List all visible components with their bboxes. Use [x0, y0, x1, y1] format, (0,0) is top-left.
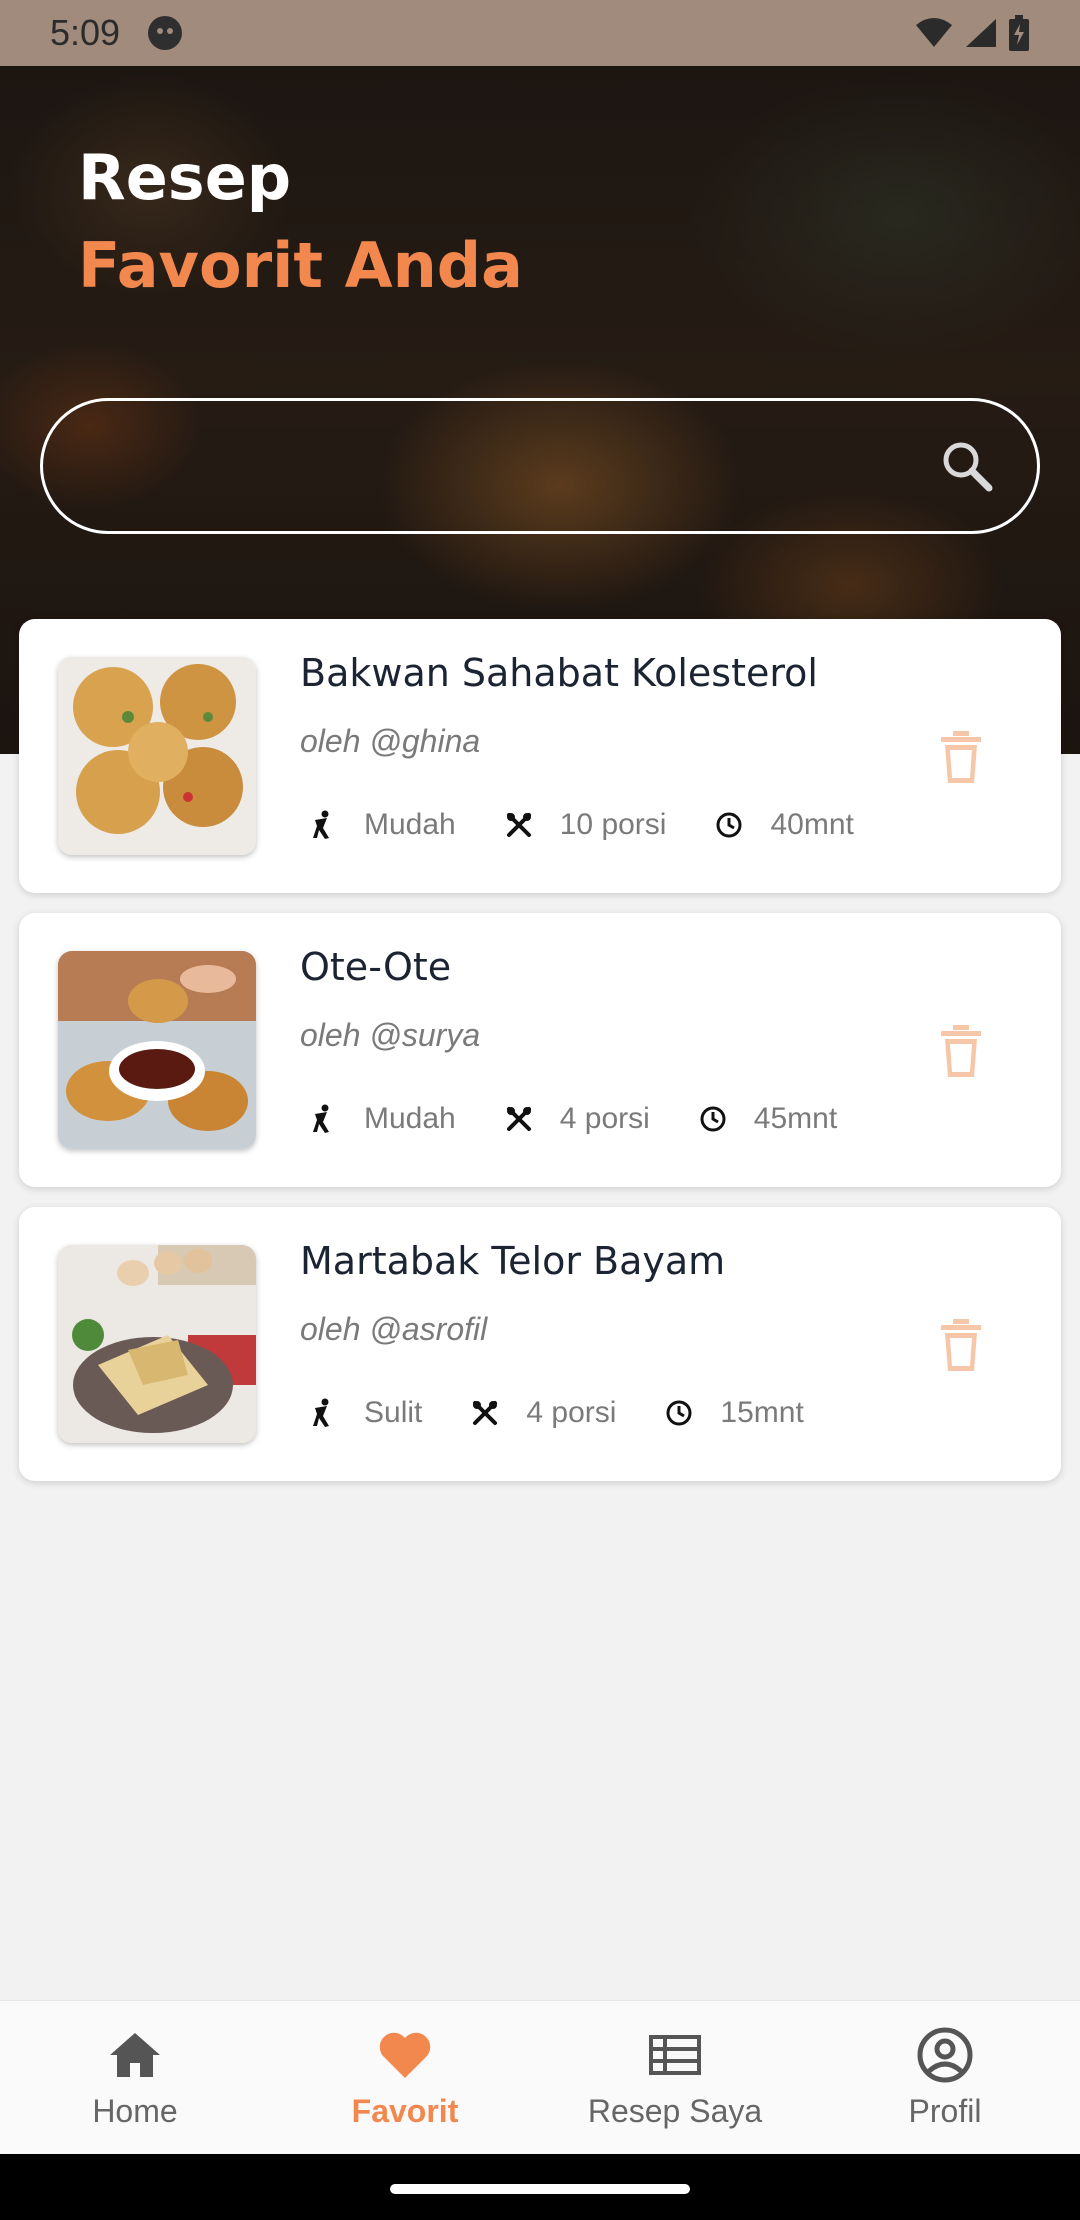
- trash-icon[interactable]: [939, 1025, 983, 1077]
- difficulty-text: Mudah: [364, 1102, 456, 1135]
- time-text: 45mnt: [753, 1102, 838, 1135]
- clock-icon: [664, 1398, 694, 1428]
- page-title: Resep Favorit Anda: [78, 134, 523, 310]
- nav-label-resep-saya: Resep Saya: [587, 2093, 763, 2129]
- servings-icon: [504, 810, 534, 840]
- nav-item-favorit[interactable]: Favorit: [270, 2001, 540, 2154]
- recipe-image: [58, 657, 256, 855]
- recipe-meta: Mudah 4 porsi 45mnt: [300, 1099, 877, 1139]
- notification-icon: [148, 16, 183, 50]
- nav-item-home[interactable]: Home: [0, 2001, 270, 2154]
- nav-item-profil[interactable]: Profil: [810, 2001, 1080, 2154]
- title-line-1: Resep: [78, 141, 292, 214]
- difficulty-icon: [308, 1398, 338, 1428]
- home-icon[interactable]: [107, 2027, 163, 2083]
- recipe-image: [58, 1245, 256, 1443]
- servings-icon: [470, 1398, 500, 1428]
- home-gesture-handle[interactable]: [390, 2184, 690, 2194]
- search-icon[interactable]: [941, 440, 993, 492]
- recipe-title: Ote-Ote: [300, 945, 452, 989]
- profile-icon[interactable]: [917, 2027, 973, 2083]
- recipe-author: oleh @ghina: [300, 723, 481, 759]
- clock-icon: [714, 810, 744, 840]
- trash-icon[interactable]: [939, 1319, 983, 1371]
- nav-label-favorit: Favorit: [351, 2093, 459, 2129]
- recipe-card[interactable]: Bakwan Sahabat Kolesterol oleh @ghina Mu…: [19, 619, 1061, 893]
- recipe-author: oleh @asrofil: [300, 1311, 488, 1347]
- recipe-title: Martabak Telor Bayam: [300, 1239, 726, 1283]
- list-icon[interactable]: [647, 2027, 703, 2083]
- wifi-icon: [916, 18, 952, 47]
- gesture-bar: [0, 2154, 1080, 2220]
- recipe-title: Bakwan Sahabat Kolesterol: [300, 651, 818, 695]
- difficulty-text: Mudah: [364, 808, 456, 841]
- signal-icon: [966, 19, 996, 47]
- battery-icon: [1009, 15, 1029, 51]
- status-time: 5:09: [50, 12, 121, 53]
- nav-label-home: Home: [92, 2093, 178, 2129]
- heart-icon[interactable]: [377, 2027, 433, 2083]
- bottom-nav: Home Favorit Resep Saya Profil: [0, 2000, 1080, 2154]
- trash-icon[interactable]: [939, 731, 983, 783]
- clock-icon: [698, 1104, 728, 1134]
- recipe-meta: Sulit 4 porsi 15mnt: [300, 1393, 844, 1433]
- nav-item-resep-saya[interactable]: Resep Saya: [540, 2001, 810, 2154]
- search-input[interactable]: [40, 398, 1040, 534]
- servings-text: 4 porsi: [526, 1396, 617, 1429]
- difficulty-text: Sulit: [364, 1396, 423, 1429]
- difficulty-icon: [308, 810, 338, 840]
- nav-label-profil: Profil: [908, 2093, 982, 2129]
- servings-text: 10 porsi: [559, 808, 667, 841]
- status-icons: [914, 15, 1030, 51]
- recipe-image: [58, 951, 256, 1149]
- status-bar: 5:09: [0, 0, 1080, 66]
- title-line-2: Favorit Anda: [78, 229, 523, 302]
- recipe-card[interactable]: Ote-Ote oleh @surya Mudah 4 porsi 45mnt: [19, 913, 1061, 1187]
- recipe-meta: Mudah 10 porsi 40mnt: [300, 805, 894, 845]
- recipe-author: oleh @surya: [300, 1017, 481, 1053]
- difficulty-icon: [308, 1104, 338, 1134]
- time-text: 15mnt: [720, 1396, 804, 1429]
- recipe-card[interactable]: Martabak Telor Bayam oleh @asrofil Sulit…: [19, 1207, 1061, 1481]
- time-text: 40mnt: [770, 808, 854, 841]
- servings-text: 4 porsi: [559, 1102, 650, 1135]
- servings-icon: [504, 1104, 534, 1134]
